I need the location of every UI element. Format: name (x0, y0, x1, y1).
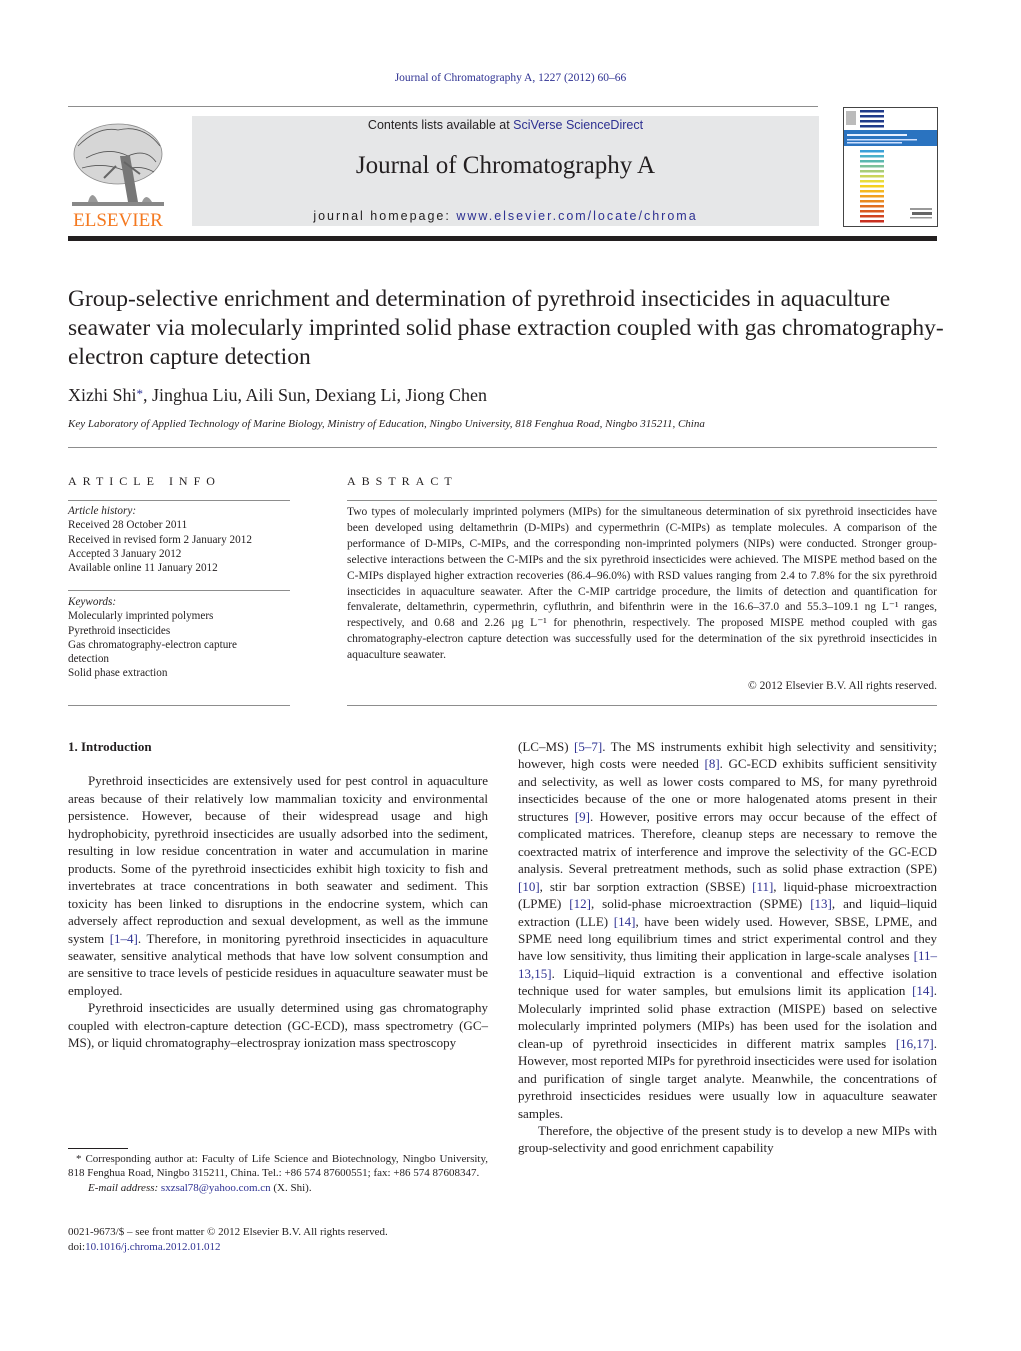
keyword-item: Pyrethroid insecticides (68, 624, 171, 637)
author-name: Aili Sun (245, 385, 307, 405)
contents-line: Contents lists available at SciVerse Sci… (192, 118, 819, 132)
paragraph-text: (LC–MS) (518, 739, 575, 754)
author-name: Dexiang Li (315, 385, 397, 405)
section-heading: 1. Introduction (68, 739, 152, 754)
author-name: Jiong Chen (405, 385, 488, 405)
doi-label: doi: (68, 1241, 86, 1253)
author-name: Xizhi Shi (68, 385, 137, 405)
abstract-heading: ABSTRACT (347, 474, 458, 488)
citation-link[interactable]: [13] (810, 896, 832, 911)
article-history-label: Article history: (68, 505, 137, 517)
publisher-wordmark: ELSEVIER (73, 210, 163, 228)
paragraph-text: Pyrethroid insecticides are extensively … (68, 773, 488, 946)
homepage-link[interactable]: www.elsevier.com/locate/chroma (456, 209, 697, 223)
body-paragraph: Pyrethroid insecticides are extensively … (68, 772, 488, 999)
cover-image-icon (844, 110, 937, 223)
keyword-item: Solid phase extraction (68, 667, 168, 680)
homepage-prefix: journal homepage: (313, 209, 457, 223)
author-separator: , (143, 385, 153, 405)
tree-icon: ELSEVIER (72, 123, 164, 231)
citation-link[interactable]: [12] (569, 896, 591, 911)
paragraph-text: . Liquid–liquid extraction is a conventi… (518, 965, 937, 999)
issn-line: 0021-9673/$ – see front matter © 2012 El… (68, 1226, 388, 1238)
citation-link[interactable]: [5–7] (574, 739, 602, 754)
footnote-rule (68, 1148, 128, 1149)
history-item: Received 28 October 2011 (68, 519, 188, 532)
history-item: Available online 11 January 2012 (68, 562, 218, 575)
citation-link[interactable]: [10] (518, 879, 540, 894)
author-separator: , (306, 385, 316, 405)
paragraph-text: , solid-phase microextraction (SPME) (590, 896, 811, 912)
article-info-rule (68, 705, 290, 706)
body-column-left: 1. Introduction Pyrethroid insecticides … (68, 738, 488, 1052)
body-paragraph: (LC–MS) [5–7]. The MS instruments exhibi… (518, 738, 937, 1122)
citation-link[interactable]: [14] (912, 983, 934, 998)
article-info-rule (68, 590, 290, 591)
citation-link[interactable]: [1–4] (110, 931, 138, 946)
abstract-text: Two types of molecularly imprinted polym… (347, 506, 937, 662)
paragraph-text: , stir bar sorption extraction (SBSE) (539, 878, 753, 894)
elsevier-logo[interactable]: ELSEVIER (68, 116, 168, 231)
body-paragraph: Pyrethroid insecticides are usually dete… (68, 999, 488, 1051)
abstract-rule (347, 500, 937, 501)
footnote-marker: * (76, 1153, 82, 1165)
author-separator: , (237, 385, 246, 405)
citation-link[interactable]: [11] (752, 879, 773, 894)
homepage-line: journal homepage: www.elsevier.com/locat… (192, 209, 819, 223)
front-matter: 0021-9673/$ – see front matter © 2012 El… (68, 1225, 488, 1255)
keywords-label: Keywords: (68, 596, 117, 608)
article-info-rule (68, 500, 290, 501)
doi-link[interactable]: 10.1016/j.chroma.2012.01.012 (85, 1241, 220, 1253)
citation-link[interactable]: [9] (575, 809, 590, 824)
keyword-item: Gas chromatography-electron capture dete… (68, 638, 237, 666)
sciencedirect-link[interactable]: SciVerse ScienceDirect (513, 118, 643, 132)
history-item: Accepted 3 January 2012 (68, 547, 182, 560)
contents-prefix: Contents lists available at (367, 118, 514, 132)
abstract-copyright: © 2012 Elsevier B.V. All rights reserved… (748, 680, 937, 692)
masthead-banner: Contents lists available at SciVerse Sci… (192, 116, 819, 226)
masthead-thick-rule (68, 236, 937, 241)
keyword-item: Molecularly imprinted polymers (68, 610, 214, 623)
article-title: Group-selective enrichment and determina… (68, 286, 944, 370)
footnote-text: Corresponding author at: Faculty of Life… (68, 1153, 489, 1180)
author-separator: , (396, 385, 406, 405)
body-paragraph: Therefore, the objective of the present … (518, 1122, 937, 1157)
citation-link[interactable]: [16,17] (896, 1036, 934, 1051)
journal-name: Journal of Chromatography A (355, 152, 656, 179)
author-name: Jinghua Liu (152, 385, 238, 405)
affiliation: Key Laboratory of Applied Technology of … (68, 418, 705, 430)
citation-link[interactable]: [14] (614, 914, 636, 929)
abstract-rule (347, 705, 937, 706)
email-suffix: (X. Shi). (270, 1181, 312, 1194)
top-rule (68, 106, 818, 107)
paragraph-text: Therefore, the objective of the present … (518, 1122, 937, 1156)
keywords: Keywords: Molecularly imprinted polymers… (68, 595, 293, 681)
article-info-heading: ARTICLE INFO (68, 474, 221, 488)
paragraph-text: Pyrethroid insecticides are usually dete… (68, 1000, 488, 1051)
article-history: Article history: Received 28 October 201… (68, 504, 293, 575)
corresponding-author-footnote: * Corresponding author at: Faculty of Li… (68, 1152, 488, 1195)
history-item: Received in revised form 2 January 2012 (68, 533, 252, 546)
citation-link[interactable]: [8] (704, 756, 719, 771)
email-link[interactable]: sxzsal78@yahoo.com.cn (161, 1182, 271, 1194)
journal-cover-thumbnail[interactable] (843, 107, 938, 227)
author-list: Xizhi Shi*, Jinghua Liu, Aili Sun, Dexia… (68, 385, 487, 406)
email-label: E-mail address: (88, 1181, 161, 1194)
title-rule (68, 447, 937, 448)
running-head[interactable]: Journal of Chromatography A, 1227 (2012)… (0, 72, 1021, 84)
body-column-right: (LC–MS) [5–7]. The MS instruments exhibi… (518, 738, 937, 1157)
